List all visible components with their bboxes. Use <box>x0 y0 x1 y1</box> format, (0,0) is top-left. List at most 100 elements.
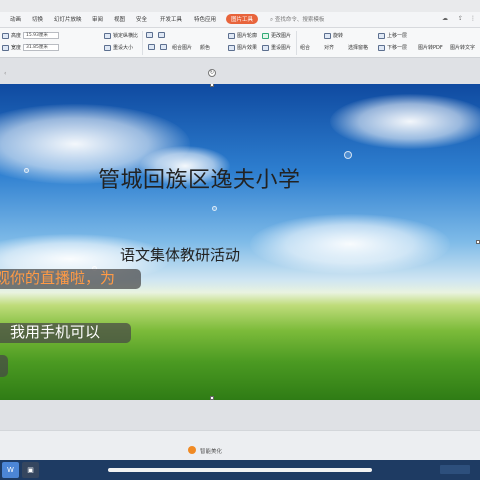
align-label: 对齐 <box>324 45 335 51</box>
rotate-button[interactable]: 旋转 <box>324 32 343 39</box>
command-search[interactable]: ⌕ 查找命令、搜索模板 <box>270 15 324 24</box>
to-pdf-label: 图片转PDF <box>418 45 443 51</box>
bubble-decoration <box>24 168 29 173</box>
tab-special-apps[interactable]: 特色应用 <box>194 15 216 23</box>
width-group: 宽度 31.85厘米 <box>2 44 60 51</box>
lock-ratio-checkbox[interactable]: 锁定纵横比 <box>104 32 138 39</box>
smart-beautify-button[interactable]: 智能美化 <box>200 447 222 455</box>
transparent-icon <box>158 32 165 38</box>
send-backward-label: 下移一层 <box>387 45 408 51</box>
tab-slideshow[interactable]: 幻灯片放映 <box>54 15 82 23</box>
color-label: 颜色 <box>200 45 211 51</box>
tab-transition[interactable]: 切换 <box>32 15 43 23</box>
effect-icon <box>228 44 235 51</box>
ribbon-toolbar: 高度 15.93厘米 宽度 31.85厘米 锁定纵横比 重设大小 组合图片 颜色… <box>0 28 480 58</box>
cloud-decoration <box>250 214 450 274</box>
more-icon[interactable]: ⋮ <box>470 15 476 22</box>
app-window-icon[interactable]: ▣ <box>22 462 39 478</box>
combine-picture-label: 组合图片 <box>172 45 193 51</box>
checkbox-icon <box>104 32 111 39</box>
width-icon <box>2 44 9 51</box>
tab-view[interactable]: 视图 <box>114 15 125 23</box>
change-picture-button[interactable]: 更改图片 <box>262 32 291 39</box>
live-comment-text: 观你的直播啦，为 <box>0 269 116 287</box>
collapse-left-icon[interactable]: ‹ <box>4 70 6 77</box>
rotate-icon <box>324 32 331 39</box>
tab-security[interactable]: 安全 <box>136 15 147 23</box>
search-placeholder: 查找命令、搜索模板 <box>274 17 325 23</box>
to-pdf-button[interactable]: 图片转PDF <box>418 44 443 51</box>
bubble-decoration <box>212 206 217 211</box>
smart-beautify-icon <box>188 446 196 454</box>
reset-size-button[interactable]: 重设大小 <box>104 44 133 51</box>
resize-handle[interactable] <box>476 240 480 244</box>
slide-title[interactable]: 管城回族区逸夫小学 <box>98 162 301 194</box>
combine-button[interactable]: 组合 <box>300 44 310 51</box>
crop-icon <box>146 32 153 38</box>
crop-button[interactable] <box>146 32 153 38</box>
home-indicator[interactable] <box>108 468 372 472</box>
bubble-decoration <box>344 151 352 159</box>
system-tray[interactable] <box>440 465 470 474</box>
live-comment: ，我用手机可以 <box>0 323 131 343</box>
resize-handle[interactable] <box>210 84 214 87</box>
contour-icon <box>228 32 235 39</box>
start-button[interactable]: W <box>2 462 19 478</box>
tab-picture-tools[interactable]: 图片工具 <box>226 14 259 24</box>
screen: 动画 切换 幻灯片放映 审阅 视图 安全 开发工具 特色应用 图片工具 ⌕ 查找… <box>0 0 480 480</box>
change-picture-icon <box>262 32 269 39</box>
reset-picture-icon <box>262 44 269 51</box>
height-icon <box>2 32 9 39</box>
reset-picture-button[interactable]: 重设图片 <box>262 44 291 51</box>
height-label: 高度 <box>11 33 22 39</box>
contrast-button[interactable] <box>160 44 167 50</box>
width-input[interactable]: 31.85厘米 <box>23 44 60 51</box>
slide-subtitle[interactable]: 语文集体教研活动 <box>120 244 240 265</box>
live-comment-text: ，我用手机可以 <box>0 323 101 341</box>
picture-contour-label: 图片轮廓 <box>237 33 258 39</box>
send-backward-icon <box>378 44 385 51</box>
picture-contour-button[interactable]: 图片轮廓 <box>228 32 257 39</box>
to-text-button[interactable]: 图片转文字 <box>450 44 475 51</box>
share-icon[interactable]: ⇪ <box>458 15 463 22</box>
cloud-sync-icon[interactable]: ☁ <box>442 15 448 22</box>
reset-size-label: 重设大小 <box>113 45 134 51</box>
bring-forward-label: 上移一层 <box>387 33 408 39</box>
height-group: 高度 15.93厘米 <box>2 32 60 39</box>
change-picture-label: 更改图片 <box>271 33 292 39</box>
brightness-button[interactable] <box>148 44 155 50</box>
divider <box>142 31 143 55</box>
color-button[interactable]: 颜色 <box>200 44 210 51</box>
send-backward-button[interactable]: 下移一层 <box>378 44 407 51</box>
align-button[interactable]: 对齐 <box>324 44 334 51</box>
transparent-button[interactable] <box>158 32 165 38</box>
bring-forward-button[interactable]: 上移一层 <box>378 32 407 39</box>
tab-animation[interactable]: 动画 <box>10 15 21 23</box>
to-text-label: 图片转文字 <box>450 45 476 51</box>
height-input[interactable]: 15.93厘米 <box>23 32 60 39</box>
live-comment <box>0 355 8 377</box>
tab-developer[interactable]: 开发工具 <box>160 15 182 23</box>
reset-size-icon <box>104 44 111 51</box>
rotate-handle-icon[interactable]: ↻ <box>208 69 216 77</box>
cloud-decoration <box>330 94 480 149</box>
tab-review[interactable]: 审阅 <box>92 15 103 23</box>
combine-picture-button[interactable]: 组合图片 <box>172 44 192 51</box>
brightness-icon <box>148 44 155 50</box>
bring-forward-icon <box>378 32 385 39</box>
contrast-icon <box>160 44 167 50</box>
ribbon-tab-bar: 动画 切换 幻灯片放映 审阅 视图 安全 开发工具 特色应用 图片工具 ⌕ 查找… <box>0 12 480 28</box>
combine-label: 组合 <box>300 45 311 51</box>
divider <box>296 31 297 55</box>
resize-handle[interactable] <box>210 396 214 400</box>
selection-pane-label: 选择窗格 <box>348 45 369 51</box>
selection-pane-button[interactable]: 选择窗格 <box>348 44 368 51</box>
status-bar: 智能美化 <box>0 430 480 460</box>
live-comment: 观你的直播啦，为 <box>0 269 141 289</box>
lock-ratio-label: 锁定纵横比 <box>113 33 139 39</box>
rotate-label: 旋转 <box>333 33 344 39</box>
picture-effect-button[interactable]: 图片效果 <box>228 44 257 51</box>
width-label: 宽度 <box>11 45 22 51</box>
picture-effect-label: 图片效果 <box>237 45 258 51</box>
slide-canvas[interactable]: 管城回族区逸夫小学 语文集体教研活动 <box>0 84 480 400</box>
